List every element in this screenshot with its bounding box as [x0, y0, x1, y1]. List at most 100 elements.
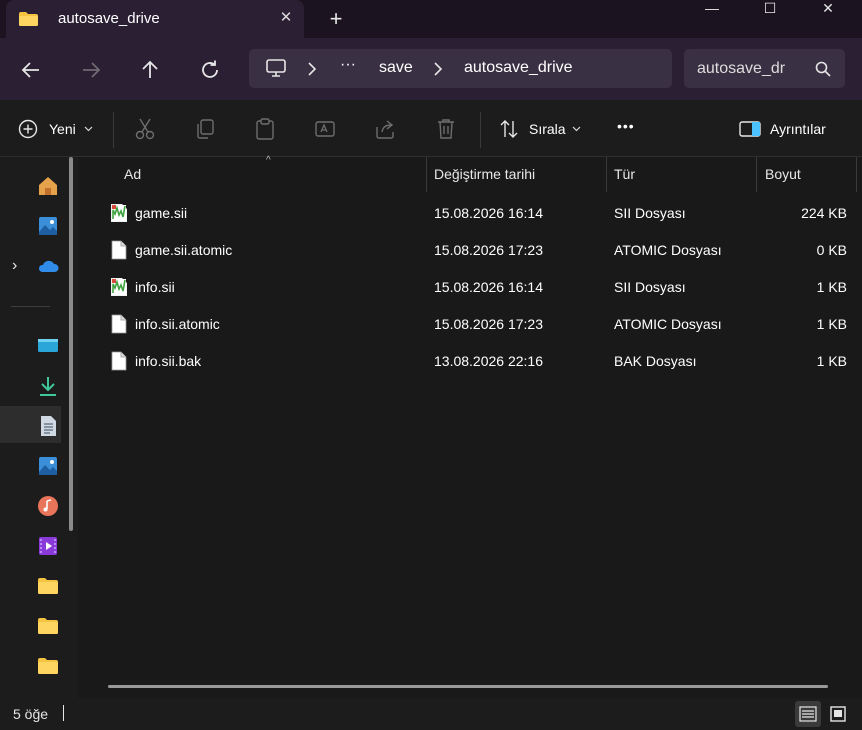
title-bar: autosave_drive ✕ + — ☐ ✕	[0, 0, 862, 38]
sort-ascending-icon: ^	[266, 155, 271, 166]
column-divider[interactable]	[756, 157, 757, 192]
navigation-bar: ··· save autosave_drive autosave_dr	[0, 38, 862, 100]
address-bar[interactable]: ··· save autosave_drive	[249, 49, 672, 88]
details-view-icon[interactable]	[795, 701, 821, 727]
gallery-icon[interactable]	[36, 214, 60, 238]
file-type: SII Dosyası	[614, 205, 686, 221]
breadcrumb-autosave-drive[interactable]: autosave_drive	[464, 59, 573, 77]
music-icon[interactable]	[36, 494, 60, 518]
file-row[interactable]: info.sii.atomic 15.08.2026 17:23 ATOMIC Do…	[86, 306, 856, 343]
back-arrow-icon[interactable]	[19, 58, 43, 82]
pictures-icon[interactable]	[36, 454, 60, 478]
column-header-type[interactable]: Tür	[614, 157, 635, 192]
folder-icon	[19, 12, 38, 26]
file-size: 1 KB	[816, 353, 847, 369]
large-icons-view-icon[interactable]	[825, 701, 851, 727]
file-size: 224 KB	[801, 205, 847, 221]
new-button[interactable]: Yeni	[18, 117, 98, 141]
generic-file-icon	[111, 240, 127, 260]
chevron-down-icon	[84, 126, 93, 132]
file-modified: 15.08.2026 16:14	[434, 279, 543, 295]
search-icon[interactable]	[814, 60, 832, 78]
file-modified: 13.08.2026 22:16	[434, 353, 543, 369]
sort-button[interactable]: Sırala	[499, 117, 584, 141]
folder-icon[interactable]	[36, 654, 60, 678]
file-name: info.sii.atomic	[135, 316, 220, 332]
forward-arrow-icon[interactable]	[79, 58, 103, 82]
item-count: 5 öğe	[13, 706, 49, 722]
rename-icon[interactable]	[314, 117, 336, 141]
details-pane-button[interactable]: Ayrıntılar	[739, 117, 839, 141]
active-tab[interactable]: autosave_drive ✕	[6, 0, 304, 38]
sort-button-label: Sırala	[529, 121, 566, 137]
file-row[interactable]: info.sii 15.08.2026 16:14 SII Dosyası 1 KB	[86, 269, 856, 306]
file-type: ATOMIC Dosyası	[614, 242, 722, 258]
delete-icon[interactable]	[435, 117, 457, 141]
toolbar-divider	[113, 112, 114, 148]
status-bar: 5 öğe	[0, 698, 862, 730]
file-name: game.sii.atomic	[135, 242, 233, 258]
up-arrow-icon[interactable]	[138, 58, 162, 82]
column-divider[interactable]	[426, 157, 427, 192]
new-tab-button[interactable]: +	[325, 7, 347, 31]
refresh-icon[interactable]	[198, 58, 222, 82]
search-input[interactable]: autosave_dr	[697, 60, 797, 78]
copy-icon[interactable]	[194, 117, 216, 141]
computer-icon	[266, 59, 286, 77]
sii-file-icon	[111, 204, 127, 222]
close-window-button[interactable]: ✕	[799, 0, 857, 18]
search-box[interactable]: autosave_dr	[684, 49, 845, 88]
column-header-size[interactable]: Boyut	[765, 157, 801, 192]
details-pane-label: Ayrıntılar	[770, 121, 826, 137]
status-separator	[63, 705, 64, 721]
column-divider[interactable]	[606, 157, 607, 192]
column-header-modified[interactable]: Değiştirme tarihi	[434, 157, 535, 192]
breadcrumb-save[interactable]: save	[379, 59, 413, 77]
file-modified: 15.08.2026 17:23	[434, 316, 543, 332]
onedrive-cloud-icon[interactable]	[36, 254, 60, 278]
more-options-button[interactable]: •••	[617, 118, 635, 142]
horizontal-scrollbar[interactable]	[108, 685, 828, 688]
file-type: SII Dosyası	[614, 279, 686, 295]
file-row[interactable]: game.sii.atomic 15.08.2026 17:23 ATOMIC Do…	[86, 232, 856, 269]
file-type: BAK Dosyası	[614, 353, 697, 369]
file-size: 1 KB	[816, 316, 847, 332]
file-list: ^ Ad Değiştirme tarihi Tür Boyut game.si…	[86, 155, 862, 698]
file-size: 1 KB	[816, 279, 847, 295]
sidebar-scrollbar[interactable]	[69, 157, 73, 531]
close-tab-button[interactable]: ✕	[276, 7, 296, 29]
expand-onedrive-chevron[interactable]: ›	[12, 257, 17, 275]
videos-icon[interactable]	[36, 534, 60, 558]
file-modified: 15.08.2026 16:14	[434, 205, 543, 221]
minimize-button[interactable]: —	[683, 0, 741, 18]
command-bar: Yeni Sırala ••• Ayrıntılar	[0, 100, 862, 157]
navigation-pane: ›	[0, 157, 78, 698]
paste-icon[interactable]	[254, 117, 276, 141]
sidebar-divider	[11, 306, 50, 307]
file-modified: 15.08.2026 17:23	[434, 242, 543, 258]
maximize-button[interactable]: ☐	[741, 0, 799, 18]
folder-icon[interactable]	[36, 614, 60, 638]
download-icon[interactable]	[36, 374, 60, 398]
cut-icon[interactable]	[134, 117, 156, 141]
folder-icon[interactable]	[36, 574, 60, 598]
chevron-right-icon	[308, 62, 317, 76]
breadcrumb-ellipsis[interactable]: ···	[340, 56, 356, 74]
file-row[interactable]: game.sii 15.08.2026 16:14 SII Dosyası 224 K…	[86, 195, 856, 232]
documents-icon[interactable]	[36, 414, 60, 438]
file-name: game.sii	[135, 205, 188, 221]
file-row[interactable]: info.sii.bak 13.08.2026 22:16 BAK Dosyası 1…	[86, 343, 856, 380]
share-icon[interactable]	[374, 117, 396, 141]
home-icon[interactable]	[36, 174, 60, 198]
column-divider[interactable]	[856, 157, 857, 192]
column-header-name[interactable]: Ad	[124, 157, 141, 192]
plus-circle-icon	[18, 119, 38, 139]
file-type: ATOMIC Dosyası	[614, 316, 722, 332]
sii-file-icon	[111, 278, 127, 296]
chevron-right-icon	[434, 62, 443, 76]
file-size: 0 KB	[816, 242, 847, 258]
tab-title: autosave_drive	[58, 10, 160, 27]
generic-file-icon	[111, 314, 127, 334]
desktop-icon[interactable]	[36, 334, 60, 358]
chevron-down-icon	[572, 126, 581, 132]
